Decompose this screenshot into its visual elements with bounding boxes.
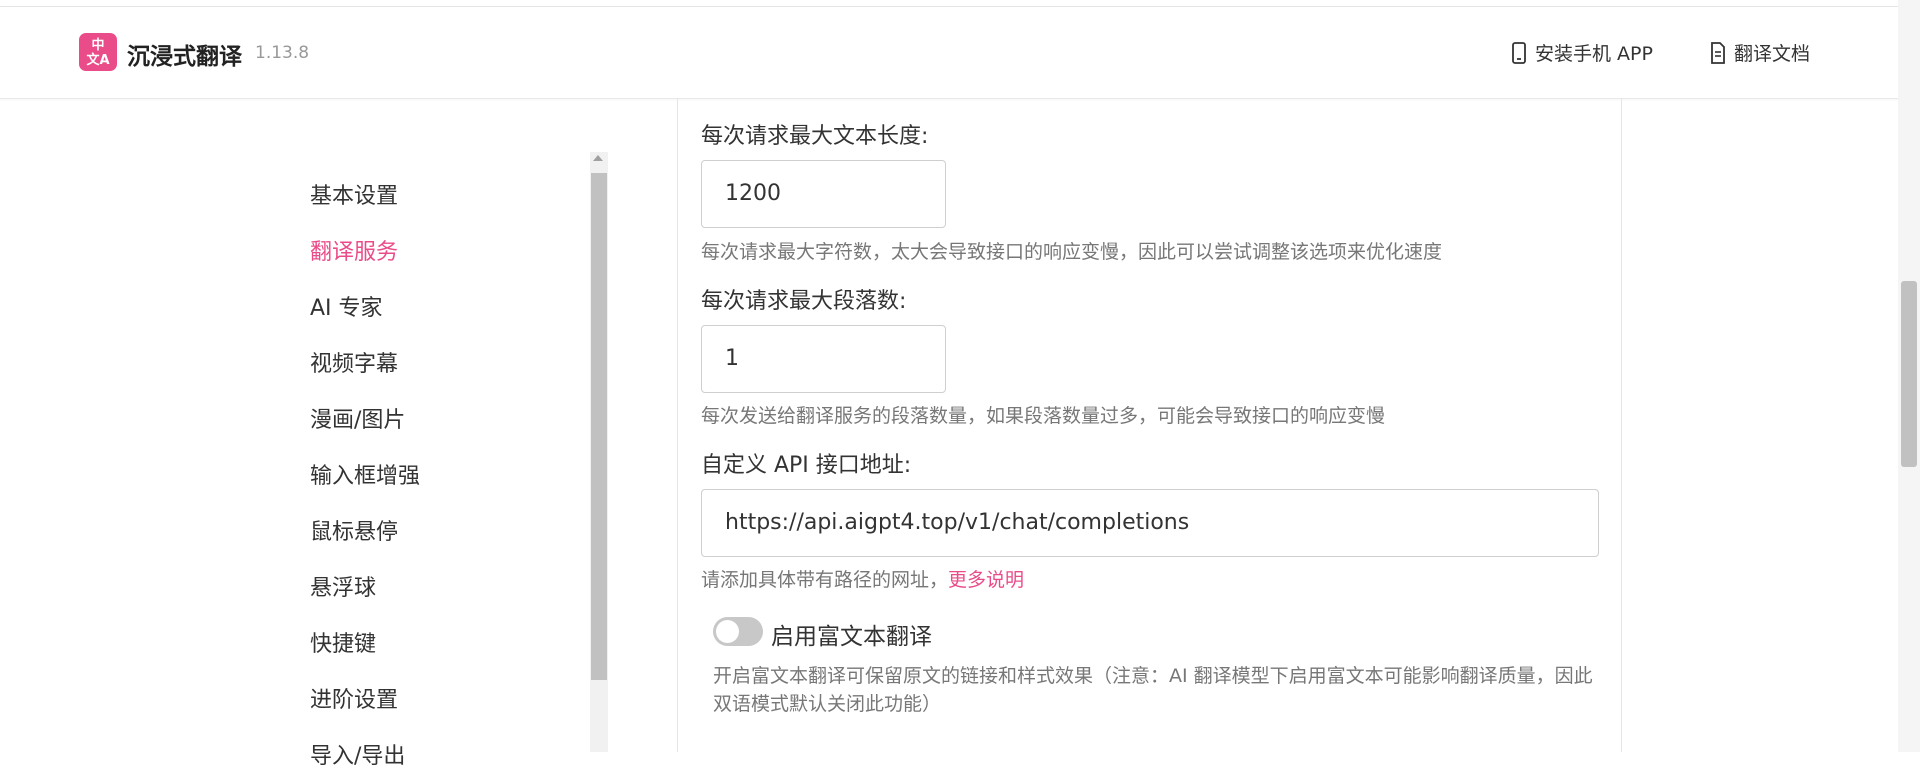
sidebar-scrollbar-thumb[interactable]: [591, 173, 607, 680]
sidebar-item-shortcuts[interactable]: 快捷键: [310, 626, 376, 658]
phone-icon: [1512, 41, 1526, 64]
translate-document-label: 翻译文档: [1734, 43, 1811, 65]
max-text-length-input[interactable]: 1200: [701, 160, 946, 228]
page-scrollbar-thumb[interactable]: [1901, 281, 1917, 467]
max-text-length-help: 每次请求最大字符数，太大会导致接口的响应变慢，因此可以尝试调整该选项来优化速度: [701, 241, 1443, 263]
sidebar-item-video-subtitles[interactable]: 视频字幕: [310, 346, 398, 378]
more-info-link[interactable]: 更多说明: [948, 569, 1024, 591]
sidebar-item-import-export[interactable]: 导入/导出: [310, 738, 405, 770]
rich-text-toggle-label: 启用富文本翻译: [771, 624, 932, 650]
max-paragraphs-help: 每次发送给翻译服务的段落数量，如果段落数量过多，可能会导致接口的响应变慢: [701, 405, 1386, 427]
translate-document-link[interactable]: 翻译文档: [1710, 39, 1810, 66]
api-url-label: 自定义 API 接口地址:: [701, 453, 912, 478]
rich-text-description: 开启富文本翻译可保留原文的链接和样式效果（注意：AI 翻译模型下启用富文本可能影…: [713, 665, 1593, 715]
api-url-input[interactable]: https://api.aigpt4.top/v1/chat/completio…: [701, 489, 1599, 557]
window-top-edge: [0, 0, 1898, 7]
app-header: 中 文A 沉浸式翻译 1.13.8 安装手机 APP 翻译文档: [0, 7, 1898, 99]
install-mobile-app-label: 安装手机 APP: [1535, 43, 1653, 65]
content-border-right: [1621, 99, 1622, 752]
document-icon: [1711, 41, 1725, 64]
sidebar-item-basic-settings[interactable]: 基本设置: [310, 178, 398, 210]
app-version: 1.13.8: [255, 43, 310, 63]
sidebar-item-input-enhance[interactable]: 输入框增强: [310, 458, 420, 490]
logo-text-top: 中: [91, 38, 105, 53]
sidebar-item-translation-service[interactable]: 翻译服务: [310, 234, 398, 266]
max-paragraphs-label: 每次请求最大段落数:: [701, 289, 907, 314]
api-url-help: 请添加具体带有路径的网址，更多说明: [701, 565, 1024, 592]
sidebar-item-advanced-settings[interactable]: 进阶设置: [310, 682, 398, 714]
sidebar-item-ai-expert[interactable]: AI 专家: [310, 290, 383, 322]
api-url-help-text: 请添加具体带有路径的网址，: [701, 569, 949, 591]
app-logo: 中 文A: [79, 33, 117, 71]
max-text-length-label: 每次请求最大文本长度:: [701, 124, 929, 149]
app-title: 沉浸式翻译: [127, 44, 242, 70]
content-border-left: [677, 99, 678, 752]
toggle-knob: [716, 620, 739, 643]
max-paragraphs-input[interactable]: 1: [701, 325, 946, 393]
logo-text-bottom: 文A: [86, 53, 110, 68]
sidebar-item-manga-images[interactable]: 漫画/图片: [310, 402, 405, 434]
sidebar-item-floating-ball[interactable]: 悬浮球: [310, 570, 376, 602]
sidebar-item-mouse-hover[interactable]: 鼠标悬停: [310, 514, 398, 546]
rich-text-toggle[interactable]: [713, 617, 763, 646]
install-mobile-app-link[interactable]: 安装手机 APP: [1511, 39, 1653, 66]
sidebar-scroll-up-icon[interactable]: [593, 155, 603, 161]
